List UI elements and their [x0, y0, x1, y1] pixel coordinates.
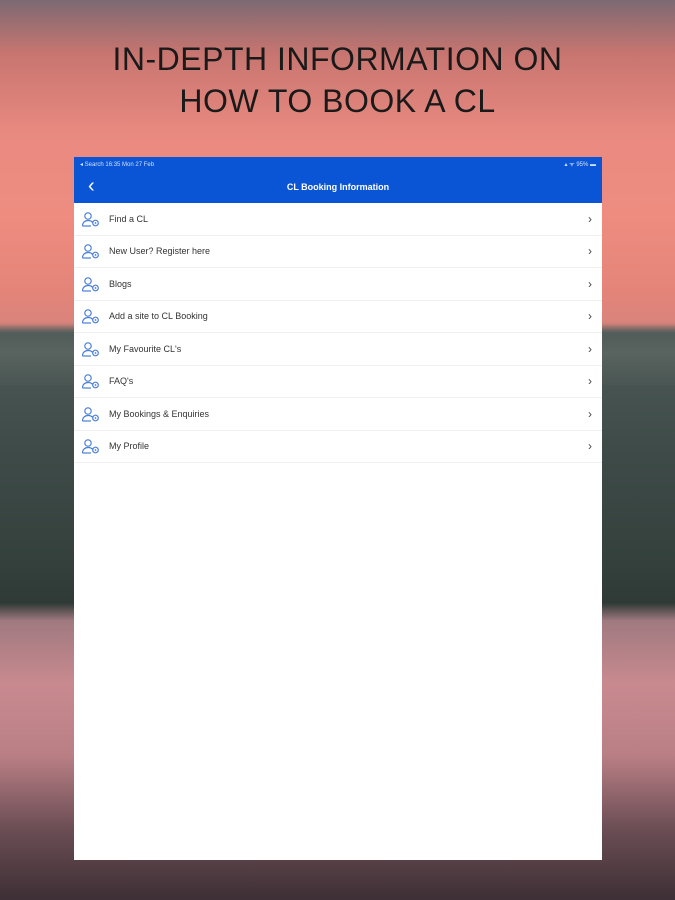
page-title: CL Booking Information	[286, 182, 390, 192]
menu-item[interactable]: Add a site to CL Booking ›	[74, 301, 602, 333]
menu-item-label: Find a CL	[109, 213, 149, 224]
headline-line-1: IN-DEPTH INFORMATION ON	[112, 41, 563, 77]
status-left: ◂ Search 16:35 Mon 27 Feb	[80, 161, 155, 168]
chevron-right-icon: ›	[588, 309, 592, 324]
menu-item[interactable]: Blogs ›	[74, 268, 602, 301]
menu-item[interactable]: My Profile ›	[74, 431, 602, 463]
menu-item-label: New User? Register here	[109, 246, 211, 257]
menu-item-label: My Profile	[109, 441, 150, 452]
user-settings-icon	[81, 406, 99, 422]
chevron-right-icon: ›	[588, 211, 592, 226]
status-bar: ◂ Search 16:35 Mon 27 Feb ▴ ᯤ 95% ▬	[74, 157, 602, 171]
menu-item-label: My Favourite CL's	[109, 343, 182, 354]
headline-line-2: HOW TO BOOK A CL	[179, 83, 496, 119]
user-settings-icon	[81, 244, 99, 259]
promo-headline: IN-DEPTH INFORMATION ON HOW TO BOOK A CL	[0, 38, 675, 122]
menu-item[interactable]: My Bookings & Enquiries ›	[74, 398, 602, 431]
chevron-right-icon: ›	[588, 244, 592, 259]
menu-item-label: Add a site to CL Booking	[109, 311, 208, 322]
user-settings-icon	[81, 211, 99, 227]
user-settings-icon	[81, 309, 99, 324]
user-settings-icon	[81, 374, 99, 389]
nav-header: ‹ CL Booking Information	[74, 171, 602, 203]
chevron-right-icon: ›	[588, 341, 592, 356]
menu-item-label: Blogs	[109, 278, 132, 289]
back-button[interactable]: ‹	[88, 175, 95, 197]
user-settings-icon	[81, 439, 99, 454]
chevron-right-icon: ›	[588, 276, 592, 291]
menu-item[interactable]: My Favourite CL's ›	[74, 333, 602, 366]
chevron-right-icon: ›	[588, 406, 592, 421]
menu-item[interactable]: Find a CL ›	[74, 203, 602, 236]
app-screen: ◂ Search 16:35 Mon 27 Feb ▴ ᯤ 95% ▬ ‹ CL…	[74, 157, 602, 860]
menu-item[interactable]: New User? Register here ›	[74, 236, 602, 268]
menu-item-label: FAQ's	[109, 376, 134, 387]
user-settings-icon	[81, 276, 99, 292]
menu-item-label: My Bookings & Enquiries	[109, 408, 210, 419]
menu-item[interactable]: FAQ's ›	[74, 366, 602, 398]
chevron-right-icon: ›	[588, 374, 592, 389]
chevron-right-icon: ›	[588, 439, 592, 454]
status-right: ▴ ᯤ 95% ▬	[564, 162, 597, 168]
user-settings-icon	[81, 341, 99, 357]
menu-list: Find a CL › New User? Register here › Blogs ›…	[74, 203, 602, 463]
